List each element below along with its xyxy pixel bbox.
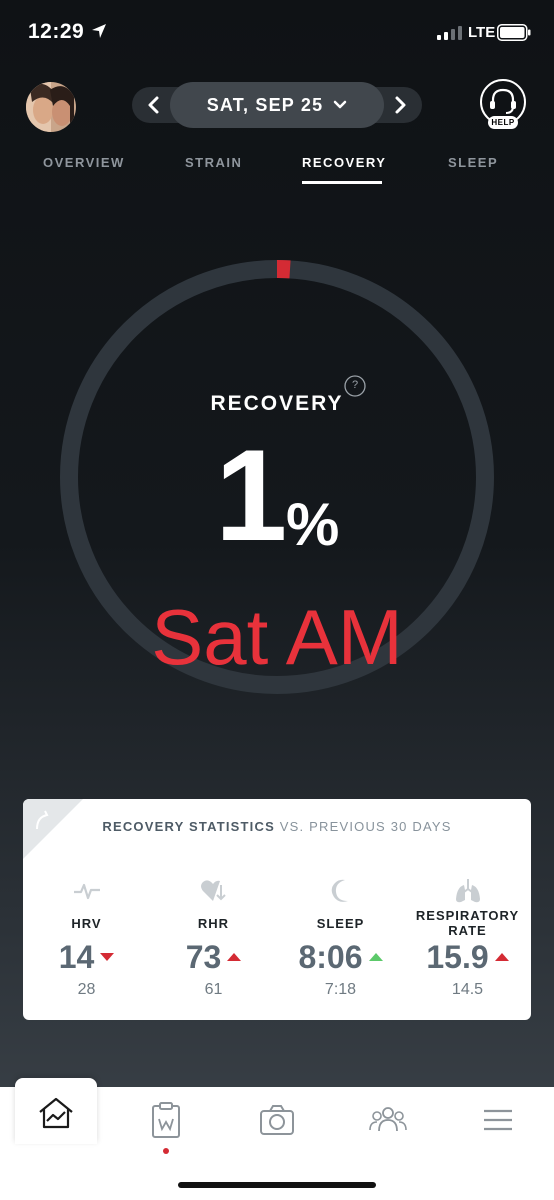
stat-previous: 61 <box>204 981 223 998</box>
chevron-left-icon[interactable] <box>142 92 166 118</box>
location-arrow-icon <box>92 24 106 38</box>
heart-rate-icon <box>200 880 226 901</box>
cellular-signal-icon <box>437 26 462 40</box>
stat-value: 14 <box>58 939 95 975</box>
recovery-value: 1 <box>215 422 287 568</box>
stat-sleep[interactable]: SLEEP 8:06 7:18 <box>277 877 404 999</box>
question-glyph: ? <box>351 379 359 391</box>
recovery-statistics-card[interactable]: RECOVERY STATISTICS VS. PREVIOUS 30 DAYS… <box>23 799 531 1020</box>
recovery-info-button[interactable]: ? <box>344 375 366 397</box>
stat-hrv[interactable]: HRV 14 28 <box>23 877 150 999</box>
date-selector[interactable]: SAT, SEP 25 <box>170 82 384 128</box>
tab-strain[interactable]: STRAIN <box>185 155 242 170</box>
home-indicator <box>178 1182 376 1188</box>
network-type: LTE <box>468 24 496 41</box>
trend-up-icon <box>494 953 509 961</box>
stat-rhr[interactable]: RHR 73 61 <box>150 877 277 999</box>
stats-title-main: RECOVERY STATISTICS <box>102 819 275 834</box>
home-chart-icon <box>39 1097 73 1129</box>
chevron-down-icon <box>334 100 347 109</box>
help-label: HELP <box>491 118 515 127</box>
stat-label: SLEEP <box>316 915 365 931</box>
status-time: 12:29 <box>28 20 85 43</box>
active-tab-indicator <box>302 181 382 184</box>
recovery-label: RECOVERY <box>210 392 344 415</box>
selected-date: SAT, SEP 25 <box>206 94 324 115</box>
camera-icon[interactable] <box>257 1100 297 1140</box>
stat-value: 73 <box>185 939 222 975</box>
trend-up-icon <box>227 953 242 961</box>
avatar[interactable] <box>26 82 76 132</box>
clipboard-icon[interactable] <box>146 1100 186 1140</box>
stat-previous: 14.5 <box>451 981 484 998</box>
heartbeat-icon <box>73 883 100 900</box>
tab-sleep[interactable]: SLEEP <box>448 155 498 170</box>
profile-photo <box>26 82 76 132</box>
stats-title-sub: VS. PREVIOUS 30 DAYS <box>274 819 452 834</box>
trend-down-icon <box>100 953 115 961</box>
moon-icon <box>331 879 348 902</box>
stat-previous: 28 <box>77 981 96 998</box>
battery-icon <box>497 24 531 41</box>
notification-dot <box>163 1148 169 1154</box>
recovery-percent-sign: % <box>286 491 340 558</box>
stat-previous: 7:18 <box>324 981 357 998</box>
stat-value: 15.9 <box>426 939 489 975</box>
hamburger-menu-icon[interactable] <box>478 1100 518 1140</box>
tab-recovery[interactable]: RECOVERY <box>302 155 386 170</box>
annotation-overlay: Sat AM <box>151 593 403 681</box>
stat-label: RHR <box>197 915 230 931</box>
nav-home[interactable] <box>15 1078 97 1144</box>
chevron-right-icon[interactable] <box>388 92 412 118</box>
help-button[interactable]: HELP <box>478 78 528 134</box>
stat-respiratory-rate[interactable]: RESPIRATORY RATE 15.9 14.5 <box>404 877 531 999</box>
stats-title: RECOVERY STATISTICS VS. PREVIOUS 30 DAYS <box>23 819 531 834</box>
stat-label: RESPIRATORY RATE <box>415 908 520 938</box>
trend-up-icon <box>368 953 383 961</box>
tab-overview[interactable]: OVERVIEW <box>43 155 125 170</box>
team-icon[interactable] <box>368 1100 408 1140</box>
lungs-icon <box>455 879 480 903</box>
stat-value: 8:06 <box>298 939 363 975</box>
stat-label: HRV <box>71 915 102 931</box>
